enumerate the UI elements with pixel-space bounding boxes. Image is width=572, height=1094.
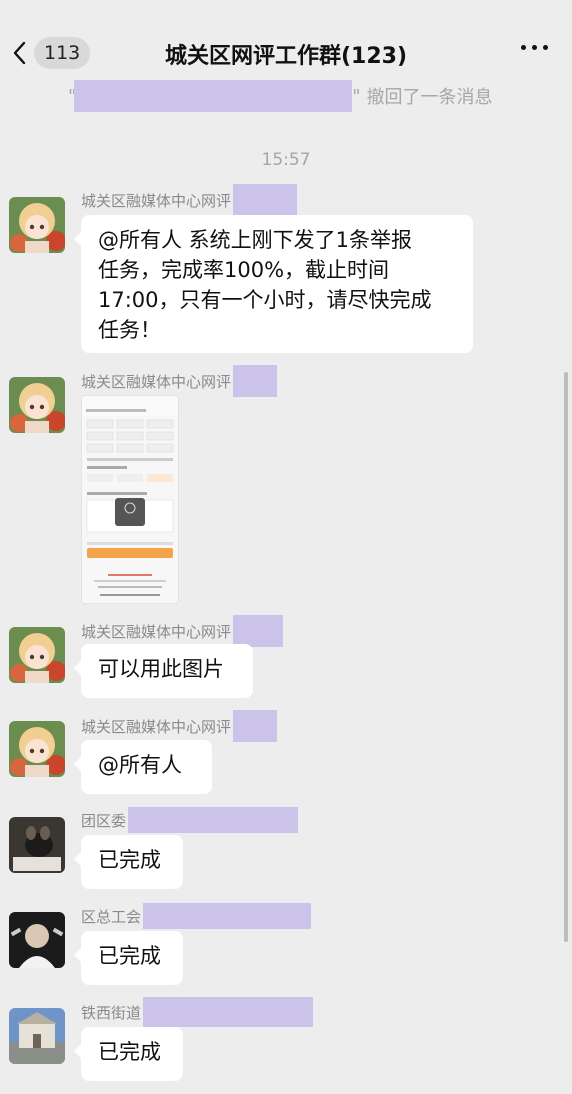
sender-name: 铁西街道 (81, 994, 314, 1030)
chat-title: 城关区网评工作群(123) (164, 44, 408, 69)
redacted-name (143, 997, 314, 1027)
redacted-name (128, 807, 299, 833)
sender-name: 城关区融媒体中心网评 (81, 708, 278, 744)
avatar[interactable] (9, 912, 65, 968)
avatar[interactable] (9, 1008, 65, 1064)
sender-name: 城关区融媒体中心网评 (81, 363, 278, 399)
scrollbar[interactable] (564, 372, 568, 942)
message-bubble[interactable]: 已完成 (74, 835, 183, 889)
recall-notice: " " 撤回了一条消息 (68, 80, 493, 112)
sender-name: 团区委 (81, 802, 299, 838)
more-dots-icon[interactable] (521, 45, 548, 50)
redacted-name (233, 710, 278, 742)
avatar[interactable] (9, 377, 65, 433)
redacted-name (233, 615, 284, 647)
recall-text: 撤回了一条消息 (366, 87, 493, 108)
timestamp: 15:57 (261, 150, 311, 170)
message-bubble[interactable]: 可以用此图片 (74, 644, 253, 698)
avatar[interactable] (9, 721, 65, 777)
message-bubble[interactable]: 已完成 (74, 1027, 183, 1081)
message-bubble[interactable]: 已完成 (74, 931, 183, 985)
message-bubble[interactable]: @所有人 系统上刚下发了1条举报 任务，完成率100%，截止时间 17:00，只… (74, 215, 473, 353)
sender-name: 城关区融媒体中心网评 (81, 182, 298, 218)
redacted-name (233, 184, 298, 216)
redacted-name (74, 80, 353, 112)
message-bubble[interactable]: @所有人 (74, 740, 212, 794)
image-message[interactable] (81, 395, 179, 604)
avatar[interactable] (9, 817, 65, 873)
sender-name: 区总工会 (81, 898, 312, 934)
avatar[interactable] (9, 627, 65, 683)
redacted-name (143, 903, 312, 929)
avatar[interactable] (9, 197, 65, 253)
redacted-name (233, 365, 278, 397)
